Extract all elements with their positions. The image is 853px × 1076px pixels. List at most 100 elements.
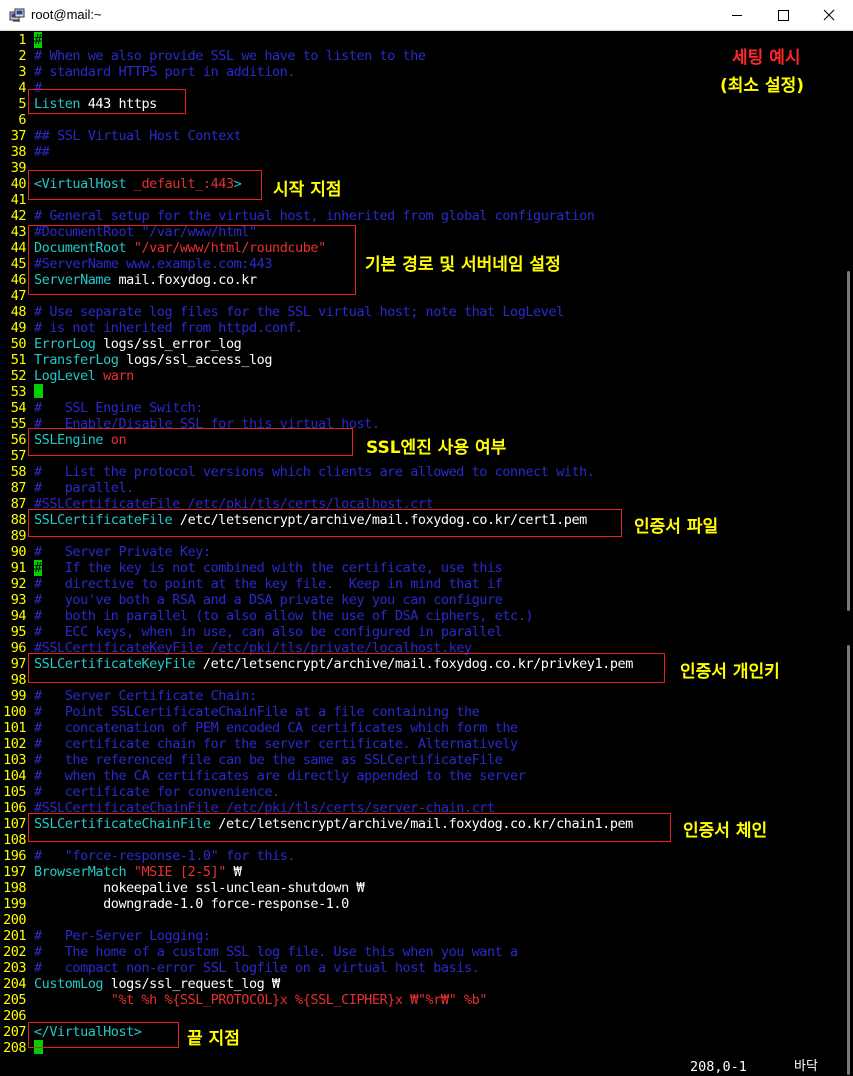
code-token: # SSL Engine Switch: [34, 400, 203, 416]
terminal-area[interactable]: 1 #2 # When we also provide SSL we have to… [0, 31, 853, 1076]
line-content: ## [34, 144, 50, 160]
code-token: # Server Certificate Chain: [34, 688, 257, 704]
line-number: 3 [18, 64, 26, 80]
scrollbar[interactable] [845, 31, 853, 1076]
line-content: # you've both a RSA and a DSA private ke… [34, 592, 503, 608]
code-token: # compact non-error SSL logfile on a vir… [34, 960, 480, 976]
text-cursor: # [34, 560, 42, 576]
scrollbar-thumb[interactable] [847, 645, 850, 1075]
editor-line: 104 # when the CA certificates are direct… [0, 768, 845, 784]
code-token: logs/ssl_request_log ₩ [110, 976, 280, 992]
highlight-box-virtualhost [28, 170, 262, 200]
annotation-end-point: 끝 지점 [187, 1029, 240, 1049]
editor-line: 95 # ECC keys, when in use, can also be c… [0, 624, 845, 640]
line-number: 42 [10, 208, 27, 224]
line-number: 4 [18, 80, 26, 96]
line-content: # If the key is not combined with the ce… [34, 560, 503, 576]
editor-line: 92 # directive to point at the key file. … [0, 576, 845, 592]
editor-line: 50 ErrorLog logs/ssl_error_log [0, 336, 845, 352]
editor-line: 38 ## [0, 144, 845, 160]
line-content: # Use separate log files for the SSL vir… [34, 304, 564, 320]
highlight-box-docroot [28, 225, 356, 295]
code-token: ## SSL Virtual Host Context [34, 128, 242, 144]
line-content: # Point SSLCertificateChainFile at a fil… [34, 704, 480, 720]
line-content: # Server Certificate Chain: [34, 688, 257, 704]
annotation-cert-chain: 인증서 체인 [683, 821, 768, 841]
line-number: 201 [3, 928, 26, 944]
annotation-cert-file: 인증서 파일 [634, 517, 719, 537]
code-token: # The home of a custom SSL log file. Use… [34, 944, 518, 960]
code-token: ErrorLog [34, 336, 104, 352]
line-content: # [34, 32, 42, 48]
code-token: BrowserMatch [34, 864, 134, 880]
line-number: 98 [10, 672, 27, 688]
line-number: 5 [18, 96, 26, 112]
editor-line: 51 TransferLog logs/ssl_access_log [0, 352, 845, 368]
line-number: 41 [10, 192, 27, 208]
close-button[interactable] [806, 0, 852, 31]
line-number: 202 [3, 944, 26, 960]
code-token: # the referenced file can be the same as… [34, 752, 503, 768]
line-number: 103 [3, 752, 26, 768]
minimize-button[interactable] [714, 0, 760, 31]
scrollbar-thumb-upper[interactable] [847, 271, 850, 611]
highlight-box-listen [28, 89, 186, 114]
highlight-box-sslengine [28, 428, 353, 456]
editor-line: 197 BrowserMatch "MSIE [2-5]" ₩ [0, 864, 845, 880]
code-token: # both in parallel (to also allow the us… [34, 608, 534, 624]
editor-line: 6 [0, 112, 845, 128]
annotation-settings-example: 세팅 예시 [732, 48, 801, 68]
line-content: # parallel. [34, 480, 134, 496]
line-number: 44 [10, 240, 27, 256]
maximize-icon [778, 10, 789, 21]
line-number: 52 [10, 368, 27, 384]
editor-line: 48 # Use separate log files for the SSL v… [0, 304, 845, 320]
code-token: "MSIE [2-5]" [133, 864, 227, 880]
editor-line: 93 # you've both a RSA and a DSA private … [0, 592, 845, 608]
maximize-button[interactable] [760, 0, 806, 31]
line-number: 92 [10, 576, 27, 592]
editor-line: 201 # Per-Server Logging: [0, 928, 845, 944]
line-number: 39 [10, 160, 27, 176]
code-token: # when the CA certificates are directly … [34, 768, 526, 784]
line-content: # List the protocol versions which clien… [34, 464, 595, 480]
line-number: 102 [3, 736, 26, 752]
line-content: # standard HTTPS port in addition. [34, 64, 295, 80]
line-content: # both in parallel (to also allow the us… [34, 608, 534, 624]
scroll-position: 바닥 [794, 1059, 818, 1074]
line-number: 56 [10, 432, 27, 448]
code-token: ## [34, 144, 50, 160]
code-token: # certificate chain for the server certi… [34, 736, 518, 752]
status-line: 208,0-1 바닥 [0, 1059, 845, 1075]
code-token: downgrade-1.0 force-response-1.0 [34, 896, 349, 912]
line-content: ## SSL Virtual Host Context [34, 128, 242, 144]
editor-line: 90 # Server Private Key: [0, 544, 845, 560]
line-number: 96 [10, 640, 27, 656]
annotation-ssl-engine: SSL엔진 사용 여부 [366, 438, 507, 458]
highlight-box-certfile [28, 509, 622, 537]
code-token: # directive to point at the key file. Ke… [34, 576, 503, 592]
editor-line: 203 # compact non-error SSL logfile on a … [0, 960, 845, 976]
annotation-private-key: 인증서 개인키 [680, 662, 780, 682]
line-content: # Per-Server Logging: [34, 928, 211, 944]
editor-line: 3 # standard HTTPS port in addition. [0, 64, 845, 80]
editor-line: 2 # When we also provide SSL we have to l… [0, 48, 845, 64]
editor-line: 105 # certificate for convenience. [0, 784, 845, 800]
editor-line: 52 LogLevel warn [0, 368, 845, 384]
editor-line: 196 # "force-response-1.0" for this. [0, 848, 845, 864]
line-number: 43 [10, 224, 27, 240]
editor-line: 91 # If the key is not combined with the … [0, 560, 845, 576]
title-bar: root@mail:~ [0, 0, 853, 31]
line-number: 198 [3, 880, 26, 896]
annotation-minimal-settings: (최소 설정) [720, 76, 805, 96]
line-number: 53 [10, 384, 27, 400]
line-number: 46 [10, 272, 27, 288]
code-token: CustomLog [34, 976, 111, 992]
code-token: "%t %h %{SSL_PROTOCOL}x %{SSL_CIPHER}x ₩… [34, 992, 488, 1008]
line-number: 37 [10, 128, 27, 144]
line-number: 106 [3, 800, 26, 816]
editor-line: 99 # Server Certificate Chain: [0, 688, 845, 704]
editor-line: 198 nokeepalive ssl-unclean-shutdown ₩ [0, 880, 845, 896]
line-number: 97 [10, 656, 27, 672]
editor-line: 204 CustomLog logs/ssl_request_log ₩ [0, 976, 845, 992]
